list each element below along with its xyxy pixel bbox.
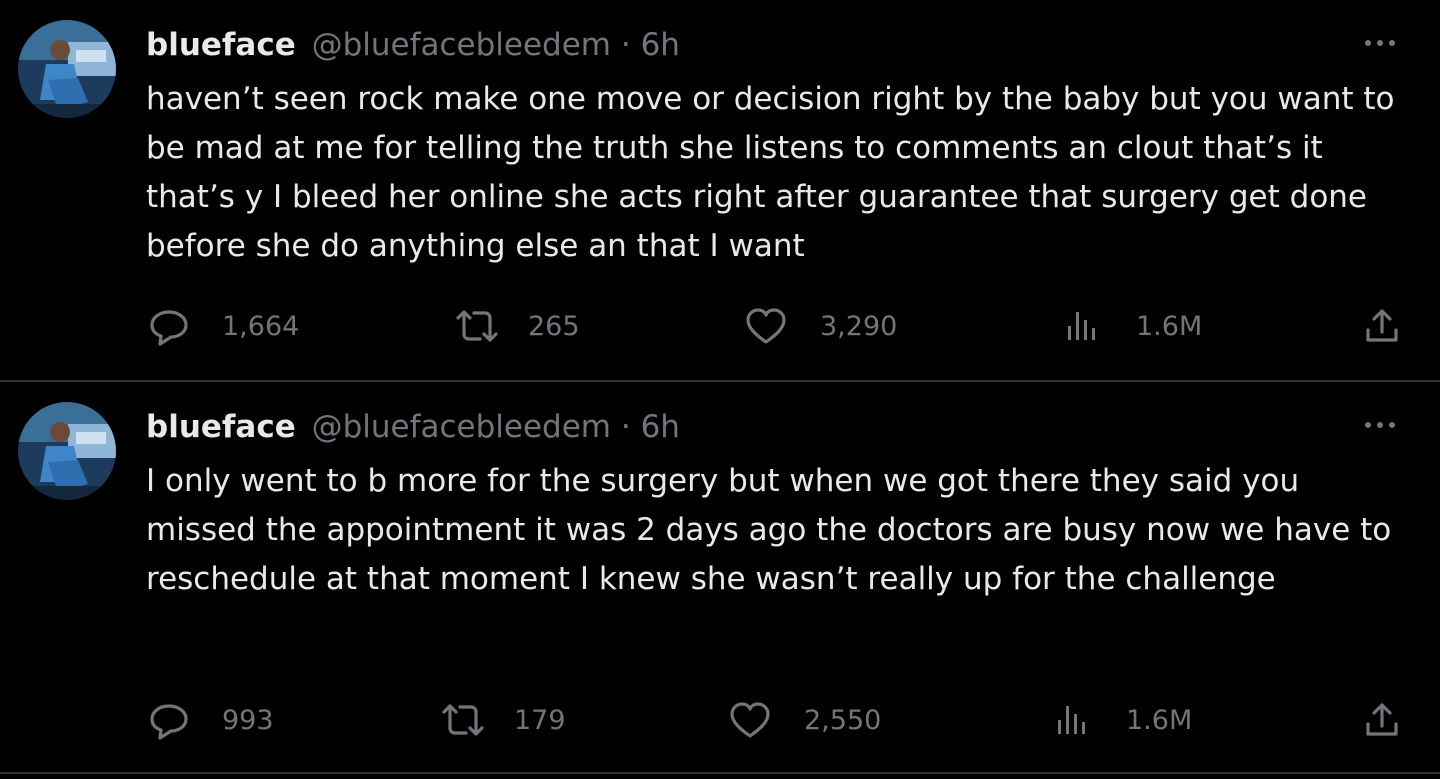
more-icon <box>1365 40 1395 46</box>
separator: · <box>620 409 631 445</box>
timestamp[interactable]: 6h <box>641 27 680 63</box>
repost-count: 265 <box>528 310 580 342</box>
view-count: 1.6M <box>1126 704 1193 736</box>
username[interactable]: @bluefacebleedem <box>312 27 611 63</box>
reply-count: 1,664 <box>222 310 300 342</box>
avatar-image <box>18 402 116 500</box>
more-icon <box>1365 422 1395 428</box>
avatar[interactable] <box>18 20 116 118</box>
repost-icon <box>456 310 498 342</box>
action-bar: 993 179 2,550 1.6M <box>146 698 1400 742</box>
more-button[interactable] <box>1360 28 1400 58</box>
share-button[interactable] <box>1360 304 1404 348</box>
like-button[interactable]: 3,290 <box>744 304 897 348</box>
avatar[interactable] <box>18 402 116 500</box>
divider <box>0 772 1440 774</box>
reply-count: 993 <box>222 704 274 736</box>
repost-button[interactable]: 179 <box>438 698 566 742</box>
tweet-text: I only went to b more for the surgery bu… <box>146 463 1392 597</box>
like-count: 2,550 <box>804 704 882 736</box>
share-button[interactable] <box>1360 698 1404 742</box>
tweet-header: blueface @bluefacebleedem · 6h <box>146 24 1400 66</box>
views-icon <box>1058 706 1085 734</box>
heart-icon <box>730 702 770 738</box>
repost-icon <box>442 704 484 736</box>
tweet-header: blueface @bluefacebleedem · 6h <box>146 406 1400 448</box>
separator: · <box>620 27 631 63</box>
like-count: 3,290 <box>820 310 898 342</box>
display-name[interactable]: blueface <box>146 27 296 63</box>
repost-count: 179 <box>514 704 566 736</box>
share-icon <box>1366 703 1398 736</box>
more-button[interactable] <box>1360 410 1400 440</box>
reply-button[interactable]: 993 <box>146 698 274 742</box>
views-icon <box>1068 312 1095 340</box>
reply-icon <box>150 310 188 346</box>
username[interactable]: @bluefacebleedem <box>312 409 611 445</box>
action-bar: 1,664 265 3,290 1.6M <box>146 304 1400 348</box>
tweet-text: haven’t seen rock make one move or decis… <box>146 81 1395 264</box>
heart-icon <box>746 308 786 344</box>
views-button[interactable]: 1.6M <box>1062 304 1202 348</box>
timestamp[interactable]: 6h <box>641 409 680 445</box>
tweet[interactable]: blueface @bluefacebleedem · 6h I only we… <box>0 382 1440 774</box>
views-button[interactable]: 1.6M <box>1052 698 1192 742</box>
repost-button[interactable]: 265 <box>452 304 580 348</box>
view-count: 1.6M <box>1136 310 1203 342</box>
reply-button[interactable]: 1,664 <box>146 304 299 348</box>
like-button[interactable]: 2,550 <box>728 698 881 742</box>
display-name[interactable]: blueface <box>146 409 296 445</box>
avatar-image <box>18 20 116 118</box>
share-icon <box>1366 309 1398 342</box>
reply-icon <box>150 704 188 740</box>
tweet[interactable]: blueface @bluefacebleedem · 6h haven’t s… <box>0 0 1440 382</box>
